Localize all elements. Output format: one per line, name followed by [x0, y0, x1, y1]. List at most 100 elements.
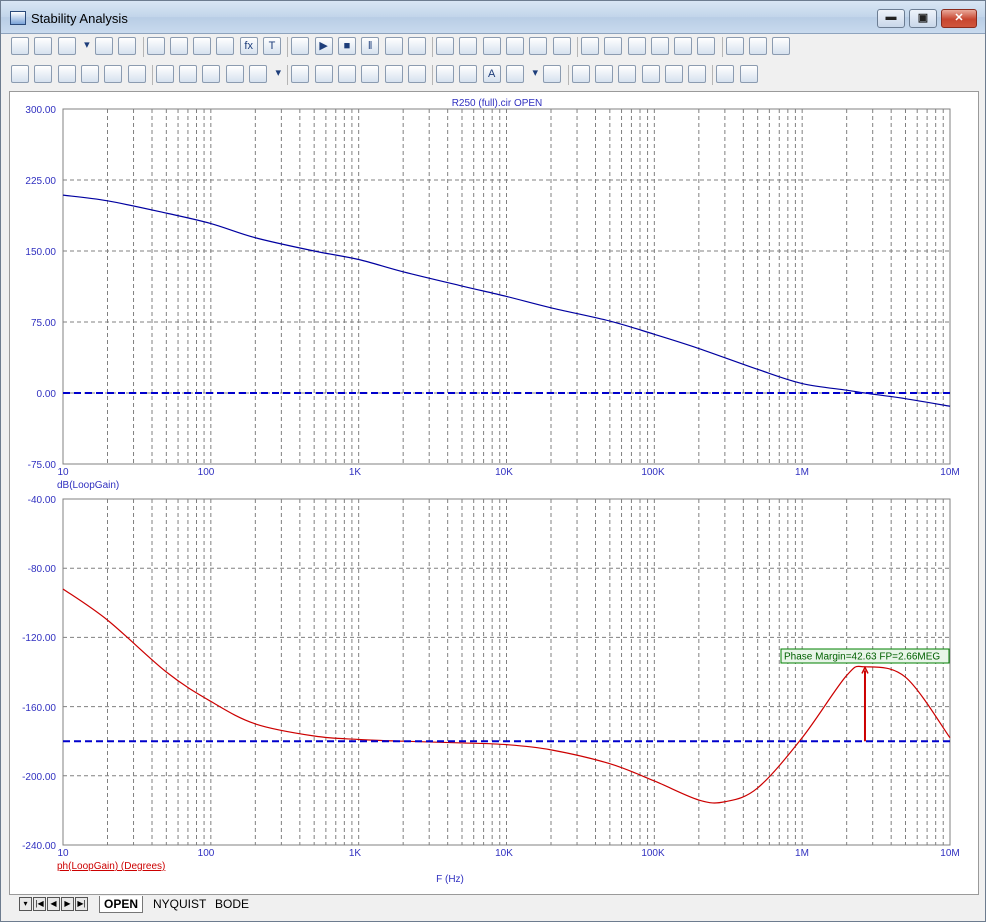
align-middle-icon[interactable] — [716, 65, 735, 83]
arrange-a-icon[interactable] — [571, 65, 590, 83]
marker-4-icon[interactable] — [80, 65, 99, 83]
bottom-plot-grid — [62, 498, 951, 846]
layout-d-icon[interactable] — [552, 37, 571, 55]
align-left-icon[interactable] — [618, 65, 637, 83]
phase-margin-annotation[interactable]: Phase Margin=42.63 FP=2.66MEG — [780, 648, 950, 742]
font-icon[interactable]: A — [482, 65, 501, 83]
zoom-fit-icon[interactable] — [118, 37, 137, 55]
tag-v-icon[interactable] — [361, 65, 380, 83]
export-icon[interactable] — [772, 37, 791, 55]
marker-6-icon[interactable] — [127, 65, 146, 83]
tab-open[interactable]: OPEN — [99, 896, 144, 913]
align-bottom-icon[interactable] — [739, 65, 758, 83]
toolbar-separator — [432, 65, 434, 85]
zoom-out-icon[interactable] — [407, 65, 426, 83]
cursor-left-icon[interactable] — [384, 37, 403, 55]
layout-a-icon[interactable] — [482, 37, 501, 55]
text-format-icon[interactable] — [506, 65, 524, 83]
toolbar-separator — [712, 65, 714, 85]
stop-icon[interactable]: ■ — [337, 37, 356, 55]
select-arrow-icon[interactable] — [11, 37, 29, 55]
zoom-in-icon[interactable] — [384, 65, 403, 83]
main-toolbar: ▾ fx T ▶ ■ ‖ — [9, 34, 979, 60]
tag-h-icon[interactable] — [337, 65, 356, 83]
window-title: Stability Analysis — [31, 11, 128, 26]
nav-prev-button[interactable]: ◀ — [47, 897, 60, 911]
marker-1-icon[interactable] — [11, 65, 29, 83]
marker-8-icon[interactable] — [179, 65, 198, 83]
marker-3-icon[interactable] — [57, 65, 76, 83]
cursor-right-icon[interactable] — [407, 37, 426, 55]
marker-5-icon[interactable] — [104, 65, 123, 83]
top-y-tick-0: 0.00 — [37, 389, 57, 400]
nav-menu-button[interactable]: ▾ — [19, 897, 32, 911]
toolbar-separator — [576, 37, 578, 57]
minimize-button[interactable]: ▬ — [877, 9, 905, 28]
list-icon[interactable] — [291, 65, 310, 83]
maximize-icon: ▣ — [917, 12, 929, 24]
nav-first-button[interactable]: |◀ — [33, 897, 46, 911]
toolbar-separator — [432, 37, 434, 57]
plot-canvas[interactable]: R250 (full).cir OPEN 300.00 225.00 150.0… — [10, 92, 978, 894]
frame-icon[interactable] — [436, 37, 455, 55]
tiles-icon[interactable] — [57, 37, 76, 55]
crosshair-icon[interactable] — [604, 37, 623, 55]
marker-2-icon[interactable] — [34, 65, 53, 83]
bottom-y-tick-neg160: -160.00 — [22, 703, 56, 714]
bottom-y-axis-label[interactable]: ph(LoopGain) (Degrees) — [57, 861, 165, 872]
h-line-icon[interactable] — [580, 37, 599, 55]
dropdown-arrow-icon[interactable]: ▾ — [529, 65, 541, 83]
run-icon[interactable]: ▶ — [314, 37, 333, 55]
plot-xy-icon[interactable] — [169, 37, 188, 55]
format-icon[interactable] — [749, 37, 767, 55]
bottom-x-tick-1k: 1K — [349, 848, 362, 859]
plot-y-icon[interactable] — [216, 37, 235, 55]
arrange-b-icon[interactable] — [594, 65, 613, 83]
marker-9-icon[interactable] — [202, 65, 221, 83]
title-bar[interactable]: Stability Analysis ▬ ▣ ✕ — [1, 1, 985, 34]
layout-b-icon[interactable] — [506, 37, 524, 55]
marker-7-icon[interactable] — [155, 65, 174, 83]
app-icon — [10, 11, 26, 25]
table-icon[interactable] — [314, 65, 333, 83]
zoom-100-icon[interactable] — [436, 65, 455, 83]
dropdown-arrow-icon[interactable]: ▾ — [81, 37, 93, 55]
tab-nyquist[interactable]: NYQUIST — [149, 896, 210, 912]
status-strip — [9, 915, 979, 921]
nav-next-button[interactable]: ▶ — [61, 897, 74, 911]
bottom-x-tick-100k: 100K — [641, 848, 665, 859]
copy-icon[interactable] — [543, 65, 562, 83]
tab-bode[interactable]: BODE — [211, 896, 253, 912]
pan-hand-icon[interactable] — [34, 37, 53, 55]
plot-icon[interactable] — [146, 37, 165, 55]
annotation-label: Phase Margin=42.63 FP=2.66MEG — [784, 652, 940, 663]
marker-10-icon[interactable] — [225, 65, 244, 83]
bottom-x-tick-100: 100 — [198, 848, 215, 859]
pause-icon[interactable]: ‖ — [361, 37, 380, 55]
properties-icon[interactable] — [291, 37, 310, 55]
plot-area[interactable]: R250 (full).cir OPEN 300.00 225.00 150.0… — [9, 91, 979, 895]
valley-icon[interactable] — [697, 37, 716, 55]
dots-icon[interactable] — [459, 65, 478, 83]
maximize-button[interactable]: ▣ — [909, 9, 937, 28]
plot-3d-icon[interactable] — [193, 37, 212, 55]
layout-c-icon[interactable] — [529, 37, 548, 55]
bottom-x-tick-1m: 1M — [795, 848, 809, 859]
dropdown-arrow-icon[interactable]: ▾ — [272, 65, 284, 83]
align-top-icon[interactable] — [688, 65, 707, 83]
text-icon[interactable]: T — [263, 37, 281, 55]
goto-icon[interactable] — [650, 37, 669, 55]
bottom-y-tick-neg120: -120.00 — [22, 633, 56, 644]
clipboard-icon[interactable] — [249, 65, 267, 83]
bottom-y-tick-neg80: -80.00 — [28, 564, 57, 575]
grid-icon[interactable] — [459, 37, 478, 55]
align-center-icon[interactable] — [641, 65, 660, 83]
nav-last-button[interactable]: ▶| — [75, 897, 88, 911]
scale-icon[interactable] — [627, 37, 646, 55]
peak-icon[interactable] — [674, 37, 693, 55]
chart-icon[interactable] — [94, 37, 113, 55]
find-icon[interactable] — [725, 37, 744, 55]
align-right-icon[interactable] — [664, 65, 683, 83]
function-icon[interactable]: fx — [239, 37, 258, 55]
close-button[interactable]: ✕ — [941, 9, 977, 28]
